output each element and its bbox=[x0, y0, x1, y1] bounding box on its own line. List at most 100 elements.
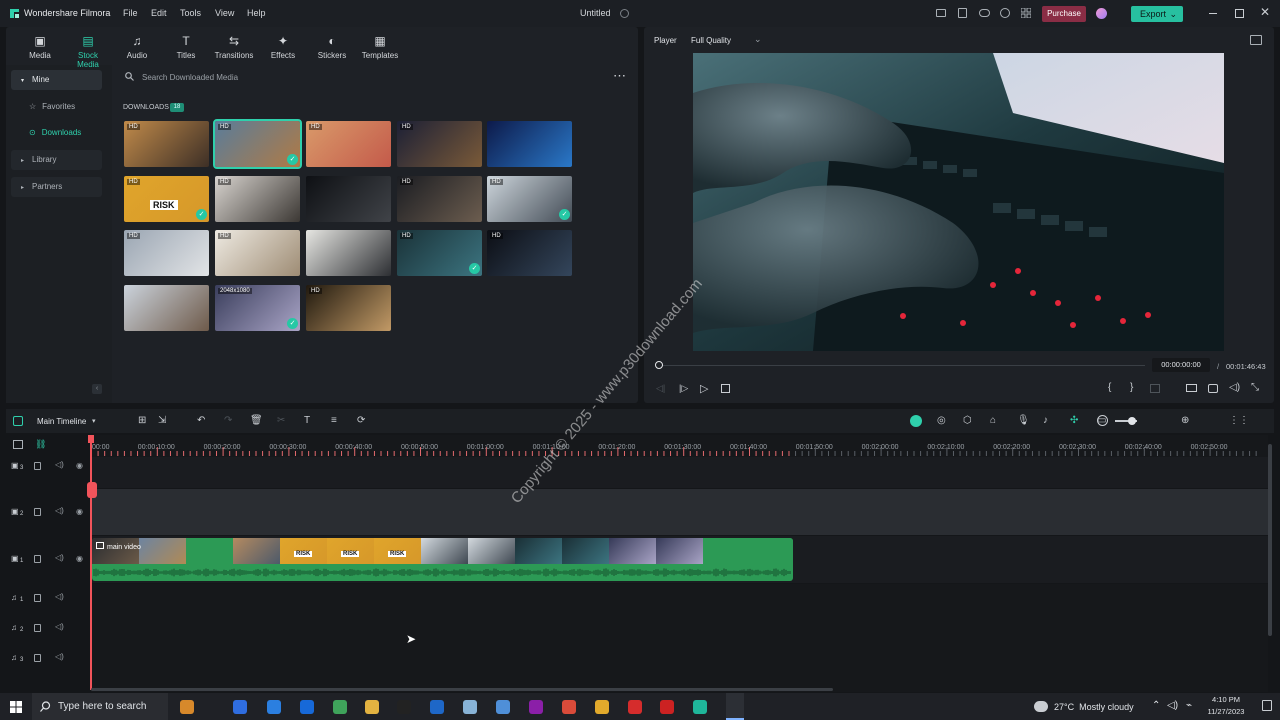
weather-text[interactable]: 27°C Mostly cloudy bbox=[1054, 702, 1134, 712]
media-thumbnail[interactable] bbox=[306, 230, 391, 276]
tab-transitions[interactable]: ⇆ Transitions bbox=[214, 33, 254, 60]
layout-icon[interactable] bbox=[936, 9, 946, 17]
zoom-slider-handle[interactable] bbox=[1128, 417, 1136, 425]
chevron-down-icon[interactable]: ▾ bbox=[92, 417, 96, 425]
chrome-app-icon[interactable] bbox=[595, 700, 609, 714]
sidebar-item-partners[interactable]: ▸ Partners bbox=[11, 177, 102, 197]
speed-icon[interactable]: ⟳ bbox=[357, 415, 365, 426]
tab-templates[interactable]: ▦ Templates bbox=[360, 33, 400, 60]
marker-icon[interactable]: ⬡ bbox=[963, 415, 972, 426]
purchase-button[interactable]: Purchase bbox=[1042, 6, 1086, 22]
tab-music-note[interactable]: ♫ Audio bbox=[117, 33, 157, 60]
playhead[interactable] bbox=[90, 435, 92, 690]
playback-progress-track[interactable] bbox=[659, 365, 1145, 366]
tab-media[interactable]: ▣ Media bbox=[20, 33, 60, 60]
media-thumbnail[interactable] bbox=[124, 285, 209, 331]
microphone-icon[interactable]: 🎙 bbox=[1017, 415, 1030, 426]
eye-icon[interactable]: ◉ bbox=[76, 554, 83, 563]
adjust-icon[interactable]: ≡ bbox=[331, 415, 337, 426]
zoom-in-icon[interactable]: ⊕ bbox=[1181, 415, 1189, 426]
mark-in-icon[interactable]: { bbox=[1108, 382, 1111, 393]
play-icon[interactable]: ▷ bbox=[700, 382, 708, 395]
media-thumbnail[interactable]: HD bbox=[215, 230, 300, 276]
add-track-icon[interactable] bbox=[13, 440, 23, 449]
media-thumbnail[interactable]: HD bbox=[124, 121, 209, 167]
speaker-icon[interactable]: ◁) bbox=[55, 652, 64, 661]
link-icon[interactable]: ⛓ bbox=[35, 439, 46, 450]
media-thumbnail[interactable]: HD bbox=[306, 121, 391, 167]
tab-stickers[interactable]: ◐ Stickers bbox=[312, 33, 352, 60]
avatar[interactable] bbox=[1096, 8, 1107, 19]
speaker-icon[interactable]: ◁) bbox=[55, 622, 64, 631]
media-thumbnail[interactable]: HD ✓ bbox=[213, 119, 302, 169]
speaker-icon[interactable]: ◁) bbox=[55, 506, 64, 515]
minimize-icon[interactable] bbox=[1209, 13, 1217, 14]
obs-app-icon[interactable] bbox=[660, 700, 674, 714]
grid-view-icon[interactable]: ⋮⋮ bbox=[1229, 415, 1249, 426]
notepad-app-icon[interactable] bbox=[496, 700, 510, 714]
windows-start-icon[interactable] bbox=[10, 701, 22, 713]
timeline-scrollbar[interactable] bbox=[91, 688, 833, 691]
epic-games-icon[interactable] bbox=[430, 700, 444, 714]
display-icon[interactable] bbox=[1186, 384, 1197, 392]
file-explorer-icon[interactable] bbox=[397, 700, 411, 714]
chevron-up-icon[interactable]: ⌃ bbox=[1152, 700, 1160, 711]
auto-ripple-icon[interactable] bbox=[910, 415, 922, 427]
media-thumbnail[interactable]: 2048x1080 ✓ bbox=[215, 285, 300, 331]
media-thumbnail[interactable]: HD bbox=[397, 176, 482, 222]
playhead-handle[interactable] bbox=[87, 482, 97, 498]
project-status-icon[interactable] bbox=[620, 9, 629, 18]
timeline-vertical-scrollbar[interactable] bbox=[1268, 444, 1272, 636]
quality-select[interactable]: Full Quality bbox=[691, 36, 731, 45]
snap-icon[interactable]: ✣ bbox=[1070, 415, 1078, 426]
insert-icon[interactable] bbox=[1150, 384, 1160, 393]
lock-icon[interactable] bbox=[34, 594, 41, 602]
tab-effects[interactable]: ✦ Effects bbox=[263, 33, 303, 60]
delete-icon[interactable]: 🗑 bbox=[250, 415, 263, 426]
eye-icon[interactable]: ◉ bbox=[76, 507, 83, 516]
media-thumbnail[interactable]: HD bbox=[306, 285, 391, 331]
media-thumbnail[interactable]: HD bbox=[215, 176, 300, 222]
video-preview[interactable] bbox=[693, 53, 1224, 351]
notifications-icon[interactable] bbox=[1262, 700, 1272, 711]
video-track-3[interactable] bbox=[91, 457, 1268, 488]
text-icon[interactable]: T bbox=[304, 415, 310, 426]
tab-stock-media[interactable]: ▤ Stock Media bbox=[68, 33, 108, 69]
play-frame-icon[interactable]: |▷ bbox=[679, 383, 688, 394]
collapse-sidebar-icon[interactable]: ‹ bbox=[92, 384, 102, 394]
alarm-app-icon[interactable] bbox=[180, 700, 194, 714]
filmora-taskbar-icon[interactable] bbox=[726, 693, 744, 720]
chrome-app-icon[interactable] bbox=[365, 700, 379, 714]
audio-tracks[interactable] bbox=[91, 584, 1268, 692]
media-thumbnail[interactable] bbox=[306, 176, 391, 222]
taskbar-date[interactable]: 11/27/2023 bbox=[1203, 707, 1249, 716]
lock-icon[interactable] bbox=[34, 508, 41, 516]
sidebar-item-mine[interactable]: ▾ Mine bbox=[11, 70, 102, 90]
speaker-icon[interactable]: ◁) bbox=[55, 592, 64, 601]
home-icon[interactable] bbox=[13, 416, 23, 426]
playhead-top[interactable] bbox=[88, 435, 94, 443]
apps-grid-icon[interactable] bbox=[1021, 8, 1031, 18]
menu-tools[interactable]: Tools bbox=[180, 0, 201, 27]
store-app-icon[interactable] bbox=[463, 700, 477, 714]
steam-app-icon[interactable] bbox=[300, 700, 314, 714]
playback-scrubber[interactable] bbox=[655, 361, 663, 369]
xd-app-icon[interactable] bbox=[562, 700, 576, 714]
cloud-icon[interactable] bbox=[979, 9, 990, 17]
task-view-icon[interactable] bbox=[233, 700, 247, 714]
media-thumbnail[interactable]: HD bbox=[487, 230, 572, 276]
media-thumbnail[interactable]: HD ✓ bbox=[487, 176, 572, 222]
eye-icon[interactable]: ◉ bbox=[76, 461, 83, 470]
menu-help[interactable]: Help bbox=[247, 0, 266, 27]
tab-text[interactable]: T Titles bbox=[166, 33, 206, 60]
chrome-app-icon[interactable] bbox=[628, 700, 642, 714]
close-icon[interactable]: ✕ bbox=[1260, 5, 1270, 19]
audio-mix-icon[interactable]: ♪ bbox=[1043, 415, 1048, 426]
search-input[interactable]: Search Downloaded Media bbox=[142, 73, 238, 82]
sidebar-item-favorites[interactable]: ☆ Favorites bbox=[11, 97, 102, 117]
vscode-app-icon[interactable] bbox=[529, 700, 543, 714]
media-thumbnail[interactable]: HD bbox=[397, 121, 482, 167]
timeline-selector[interactable]: Main Timeline bbox=[37, 417, 86, 426]
more-options-icon[interactable]: ⋯ bbox=[613, 68, 627, 84]
menu-file[interactable]: File bbox=[123, 0, 138, 27]
